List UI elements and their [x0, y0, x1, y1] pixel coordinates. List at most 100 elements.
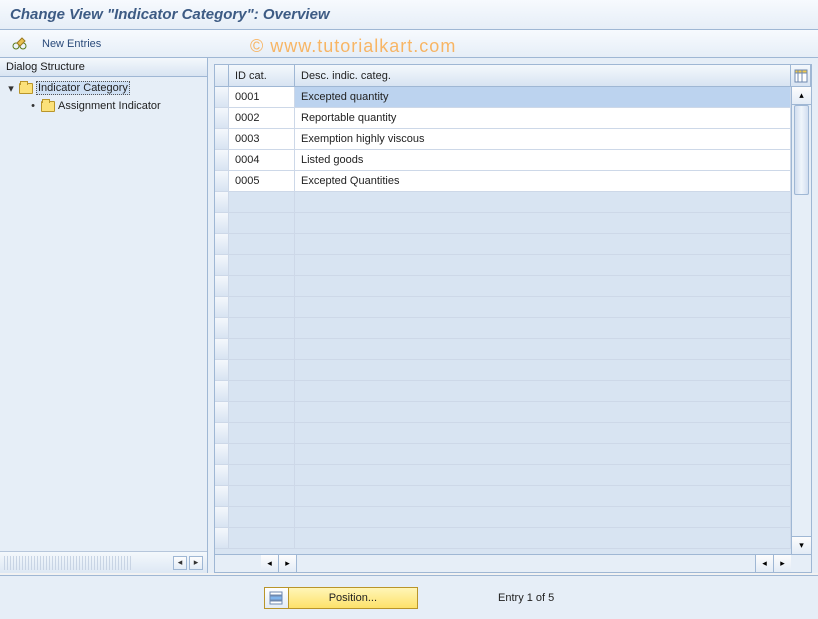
- cell-empty: [229, 234, 295, 254]
- scroll-thumb[interactable]: [794, 105, 809, 195]
- table-row-empty: [215, 402, 791, 423]
- row-selector[interactable]: [215, 108, 229, 128]
- dialog-structure-tree: ▾ Indicator Category • Assignment Indica…: [0, 77, 207, 551]
- cell-empty: [295, 192, 791, 212]
- new-entries-label: New Entries: [42, 38, 101, 50]
- table-config-icon: [794, 69, 808, 83]
- hscroll-left2-button[interactable]: ▸: [279, 555, 297, 572]
- hscroll-left-button[interactable]: ◂: [261, 555, 279, 572]
- cell-empty: [229, 381, 295, 401]
- cell-empty: [295, 360, 791, 380]
- row-selector[interactable]: [215, 87, 229, 107]
- cell-desc[interactable]: Listed goods: [295, 150, 791, 170]
- cell-desc[interactable]: Exemption highly viscous: [295, 129, 791, 149]
- row-selector[interactable]: [215, 360, 229, 380]
- table-row-empty: [215, 213, 791, 234]
- table-select-all[interactable]: [215, 65, 229, 86]
- cell-id-cat[interactable]: 0002: [229, 108, 295, 128]
- table-settings-button[interactable]: [791, 65, 811, 86]
- row-selector[interactable]: [215, 381, 229, 401]
- cell-empty: [229, 528, 295, 548]
- table-row-empty: [215, 234, 791, 255]
- cell-empty: [229, 192, 295, 212]
- column-header-desc[interactable]: Desc. indic. categ.: [295, 65, 791, 86]
- glasses-pencil-icon: [12, 36, 28, 52]
- cell-empty: [295, 528, 791, 548]
- position-icon: [265, 588, 289, 608]
- cell-empty: [295, 297, 791, 317]
- toolbar: New Entries: [0, 30, 818, 58]
- tree-node-assignment-indicator[interactable]: • Assignment Indicator: [0, 97, 207, 115]
- vertical-scrollbar[interactable]: ▴ ▾: [791, 87, 811, 554]
- row-selector[interactable]: [215, 129, 229, 149]
- tree-bullet-icon: •: [28, 100, 38, 112]
- cell-empty: [229, 507, 295, 527]
- row-selector[interactable]: [215, 423, 229, 443]
- hscroll-right2-button[interactable]: ▸: [773, 555, 791, 572]
- table-row-empty: [215, 276, 791, 297]
- cell-empty: [229, 255, 295, 275]
- new-entries-button[interactable]: New Entries: [38, 36, 105, 52]
- cell-empty: [229, 360, 295, 380]
- column-header-id-cat[interactable]: ID cat.: [229, 65, 295, 86]
- position-button[interactable]: Position...: [264, 587, 418, 609]
- tree-node-indicator-category[interactable]: ▾ Indicator Category: [0, 79, 207, 97]
- row-selector[interactable]: [215, 402, 229, 422]
- scroll-down-button[interactable]: ▾: [792, 536, 811, 554]
- row-selector[interactable]: [215, 192, 229, 212]
- tree-scroll-right-button[interactable]: ▸: [189, 556, 203, 570]
- row-selector[interactable]: [215, 444, 229, 464]
- row-selector[interactable]: [215, 234, 229, 254]
- cell-id-cat[interactable]: 0004: [229, 150, 295, 170]
- cell-empty: [295, 234, 791, 254]
- row-selector[interactable]: [215, 276, 229, 296]
- tree-scroll-left-button[interactable]: ◂: [173, 556, 187, 570]
- row-selector[interactable]: [215, 297, 229, 317]
- row-selector[interactable]: [215, 255, 229, 275]
- cell-empty: [229, 339, 295, 359]
- cell-id-cat[interactable]: 0003: [229, 129, 295, 149]
- scroll-up-button[interactable]: ▴: [792, 87, 811, 105]
- table-row-empty: [215, 339, 791, 360]
- table-body: 0001Excepted quantity0002Reportable quan…: [215, 87, 811, 554]
- table-row[interactable]: 0001Excepted quantity: [215, 87, 791, 108]
- toggle-display-button[interactable]: [8, 34, 32, 54]
- cell-empty: [295, 507, 791, 527]
- page-title: Change View "Indicator Category": Overvi…: [0, 0, 818, 30]
- hscroll-right-button[interactable]: ◂: [755, 555, 773, 572]
- row-selector[interactable]: [215, 465, 229, 485]
- row-selector[interactable]: [215, 150, 229, 170]
- row-selector[interactable]: [215, 507, 229, 527]
- table-row-empty: [215, 444, 791, 465]
- table-row-empty: [215, 507, 791, 528]
- row-selector[interactable]: [215, 213, 229, 233]
- cell-desc[interactable]: Excepted quantity: [295, 87, 791, 107]
- sidebar-splitter[interactable]: ◂ ▸: [0, 551, 207, 573]
- row-selector[interactable]: [215, 318, 229, 338]
- splitter-grip-icon[interactable]: [4, 556, 131, 570]
- row-selector[interactable]: [215, 339, 229, 359]
- table-row[interactable]: 0002Reportable quantity: [215, 108, 791, 129]
- table-row-empty: [215, 381, 791, 402]
- tree-node-label: Indicator Category: [36, 81, 130, 95]
- cell-empty: [295, 318, 791, 338]
- tree-collapse-icon[interactable]: ▾: [6, 82, 16, 95]
- table-row[interactable]: 0003Exemption highly viscous: [215, 129, 791, 150]
- content-area: ID cat. Desc. indic. categ. 0001Excepted…: [208, 58, 818, 573]
- row-selector[interactable]: [215, 528, 229, 548]
- table-row[interactable]: 0004Listed goods: [215, 150, 791, 171]
- horizontal-scrollbar[interactable]: ◂ ▸ ◂ ▸: [215, 554, 811, 572]
- table-control: ID cat. Desc. indic. categ. 0001Excepted…: [214, 64, 812, 573]
- table-row[interactable]: 0005Excepted Quantities: [215, 171, 791, 192]
- cell-id-cat[interactable]: 0005: [229, 171, 295, 191]
- cell-empty: [295, 255, 791, 275]
- cell-empty: [295, 381, 791, 401]
- row-selector[interactable]: [215, 486, 229, 506]
- table-row-empty: [215, 423, 791, 444]
- cell-id-cat[interactable]: 0001: [229, 87, 295, 107]
- scroll-track[interactable]: [792, 105, 811, 536]
- cell-desc[interactable]: Excepted Quantities: [295, 171, 791, 191]
- cell-empty: [295, 213, 791, 233]
- cell-desc[interactable]: Reportable quantity: [295, 108, 791, 128]
- row-selector[interactable]: [215, 171, 229, 191]
